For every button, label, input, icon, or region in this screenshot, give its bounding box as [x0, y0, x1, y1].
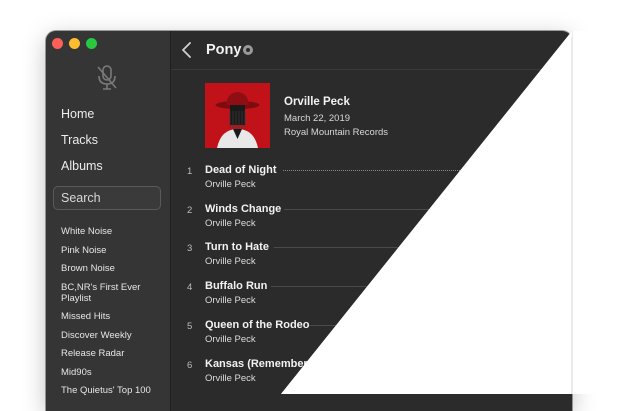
track-divider: [309, 325, 528, 326]
track-number: 5: [187, 321, 193, 332]
explicit-badge-icon: [243, 45, 253, 55]
track-title: Dead of Night: [205, 164, 277, 176]
track-number: 2: [187, 205, 193, 216]
track-divider: [271, 286, 528, 287]
track-duration: 4:56: [538, 242, 558, 253]
track-artist: Orville Peck: [205, 373, 256, 384]
track-artist: Orville Peck: [205, 179, 256, 190]
playlist-item[interactable]: BC,NR's First Ever Playlist: [61, 282, 161, 304]
track-divider: [283, 170, 532, 171]
track-number: 1: [187, 166, 193, 177]
track-duration: 2:59: [538, 204, 558, 215]
nav-home[interactable]: Home: [61, 107, 94, 121]
app-window: Home Tracks Albums White Noise Pink Nois…: [46, 31, 572, 411]
search-input[interactable]: [54, 187, 160, 209]
track-divider: [361, 364, 528, 365]
track-title: Buffalo Run: [205, 280, 268, 292]
zoom-window-button[interactable]: [86, 38, 97, 49]
playlist-item[interactable]: Missed Hits: [61, 311, 161, 322]
track-artist: Orville Peck: [205, 256, 256, 267]
track-row[interactable]: 2 Winds Change Orville Peck 2:59: [171, 201, 572, 239]
track-row[interactable]: 1 Dead of Night Orville Peck 3:59: [171, 162, 572, 200]
track-title: Queen of the Rodeo: [205, 319, 310, 331]
record-label: Royal Mountain Records: [284, 127, 389, 138]
playlist-item[interactable]: White Noise: [61, 226, 161, 237]
track-row[interactable]: 3 Turn to Hate Orville Peck 4:56: [171, 239, 572, 277]
playlist-item[interactable]: Pink Noise: [61, 245, 161, 256]
page-title: Pony: [206, 42, 242, 58]
sidebar: Home Tracks Albums White Noise Pink Nois…: [46, 31, 171, 411]
track-row[interactable]: 4 Buffalo Run Orville Peck 3:38: [171, 278, 572, 316]
track-number: 3: [187, 243, 193, 254]
album-view: Pony Orville Peck March 22, 2019 Royal M…: [171, 31, 572, 411]
track-duration: 3:59: [538, 165, 558, 176]
track-row[interactable]: 5 Queen of the Rodeo Orville Peck 3:17: [171, 317, 572, 355]
track-title: Turn to Hate: [205, 241, 269, 253]
track-number: 4: [187, 282, 193, 293]
release-date: March 22, 2019: [284, 113, 351, 124]
playlist-item[interactable]: Discover Weekly: [61, 330, 161, 341]
header-divider: [171, 69, 572, 70]
nav-albums[interactable]: Albums: [61, 159, 103, 173]
close-window-button[interactable]: [52, 38, 63, 49]
track-artist: Orville Peck: [205, 218, 256, 229]
playlist-item[interactable]: Release Radar: [61, 348, 161, 359]
track-divider: [274, 247, 528, 248]
track-artist: Orville Peck: [205, 334, 256, 345]
track-duration: 3:17: [538, 320, 558, 331]
playlist-item[interactable]: Mid90s: [61, 367, 161, 378]
album-artist[interactable]: Orville Peck: [284, 96, 350, 108]
playlist-item[interactable]: Brown Noise: [61, 263, 161, 274]
nav-tracks[interactable]: Tracks: [61, 133, 98, 147]
back-chevron-icon[interactable]: [181, 42, 193, 58]
playlist-item[interactable]: The Quietus' Top 100: [61, 385, 161, 396]
track-title: Kansas (Remembers Me Now): [205, 358, 363, 370]
track-artist: Orville Peck: [205, 295, 256, 306]
search-box: [53, 186, 161, 210]
track-title: Winds Change: [205, 203, 282, 215]
track-number: 6: [187, 360, 193, 371]
minimize-window-button[interactable]: [69, 38, 80, 49]
track-duration: 3:35: [538, 359, 558, 370]
track-divider: [284, 209, 526, 210]
microphone-muted-icon[interactable]: [95, 64, 119, 92]
album-cover: [205, 83, 270, 148]
track-duration: 3:38: [538, 281, 558, 292]
track-row[interactable]: 6 Kansas (Remembers Me Now) Orville Peck…: [171, 356, 572, 394]
